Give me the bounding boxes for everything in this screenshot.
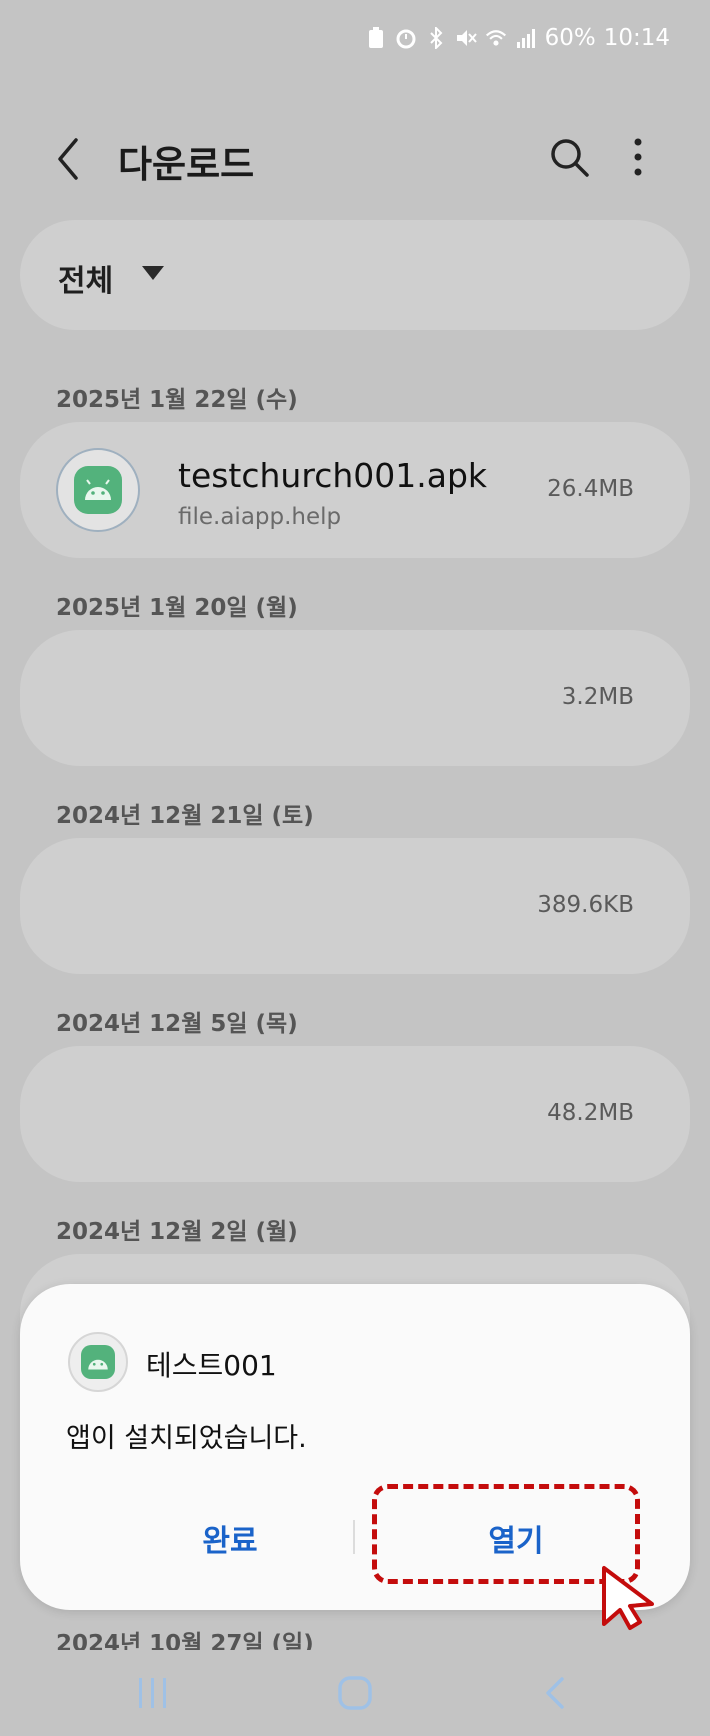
- clock-time: 10:14: [603, 25, 670, 51]
- back-arrow-icon: [546, 1677, 564, 1709]
- recent-apps-button[interactable]: [128, 1668, 178, 1718]
- wifi-icon: [485, 27, 507, 49]
- file-size: 389.6KB: [537, 892, 634, 918]
- done-button[interactable]: 완료: [130, 1508, 330, 1568]
- app-icon-container: [68, 1332, 128, 1392]
- caret-down-icon: [142, 266, 164, 280]
- status-bar: 60% 10:14: [365, 18, 670, 58]
- back-button[interactable]: [50, 134, 90, 184]
- download-item[interactable]: 3.2MB: [20, 630, 690, 766]
- home-icon: [338, 1676, 372, 1710]
- mute-icon: [455, 27, 477, 49]
- alarm-icon: [395, 27, 417, 49]
- filter-label: 전체: [58, 264, 114, 299]
- search-icon: [551, 139, 589, 177]
- more-options-button[interactable]: [620, 134, 656, 180]
- file-size: 48.2MB: [547, 1100, 634, 1126]
- file-name: testchurch001.apk: [178, 456, 488, 495]
- file-size: 26.4MB: [547, 476, 634, 502]
- more-vertical-icon: [634, 138, 642, 176]
- download-item[interactable]: 389.6KB: [20, 838, 690, 974]
- recents-icon: [139, 1678, 166, 1708]
- battery-level: 60%: [544, 25, 596, 51]
- android-icon: [81, 1345, 115, 1379]
- back-nav-button[interactable]: [530, 1668, 580, 1718]
- home-button[interactable]: [330, 1668, 380, 1718]
- section-date: 2025년 1월 20일 (월): [56, 595, 298, 621]
- navigation-bar: [0, 1650, 710, 1736]
- chevron-left-icon: [58, 138, 78, 180]
- download-item[interactable]: testchurch001.apk file.aiapp.help 26.4MB: [20, 422, 690, 558]
- pointer-cursor-icon: [602, 1566, 654, 1630]
- dialog-message: 앱이 설치되었습니다.: [66, 1423, 307, 1454]
- app-icon-container: [56, 448, 140, 532]
- search-button[interactable]: [546, 134, 592, 180]
- section-date: 2025년 1월 22일 (수): [56, 387, 298, 413]
- section-date: 2024년 12월 21일 (토): [56, 803, 314, 829]
- page-title: 다운로드: [118, 143, 255, 186]
- battery-saver-icon: [365, 27, 387, 49]
- filter-dropdown[interactable]: 전체: [20, 220, 690, 330]
- file-size: 3.2MB: [561, 684, 634, 710]
- section-date: 2024년 12월 2일 (월): [56, 1219, 298, 1245]
- dialog-app-name: 테스트001: [146, 1349, 277, 1382]
- button-divider: [353, 1520, 355, 1554]
- file-source: file.aiapp.help: [178, 504, 342, 530]
- download-item[interactable]: 48.2MB: [20, 1046, 690, 1182]
- section-date: 2024년 12월 5일 (목): [56, 1011, 298, 1037]
- bluetooth-icon: [425, 27, 447, 49]
- signal-icon: [515, 27, 537, 49]
- app-header: 다운로드: [0, 120, 710, 200]
- android-icon: [74, 466, 122, 514]
